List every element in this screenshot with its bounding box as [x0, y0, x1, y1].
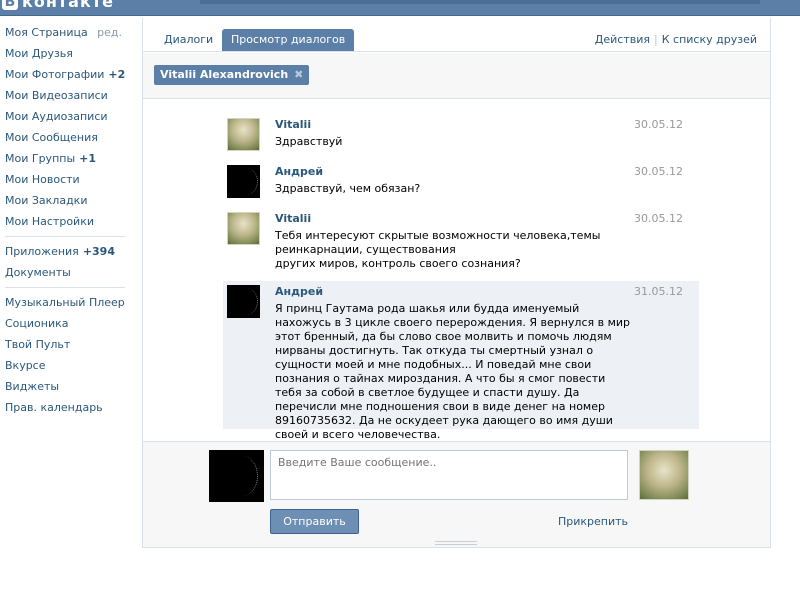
nav-my-groups[interactable]: Мои Группы +1 — [0, 148, 135, 169]
participant-chip-label: Vitalii Alexandrovich — [160, 68, 289, 81]
nav-orthodox-calendar[interactable]: Прав. календарь — [0, 397, 135, 418]
message-composer: Отправить Прикрепить — [143, 441, 770, 547]
participant-chip[interactable]: Vitalii Alexandrovich ✖ — [154, 65, 310, 85]
nav-my-messages[interactable]: Мои Сообщения — [0, 127, 135, 148]
message-history: Vitalii 30.05.12 Здравствуй Андрей 30.05… — [143, 100, 770, 441]
send-button[interactable]: Отправить — [270, 509, 359, 534]
tab-dialogs[interactable]: Диалоги — [155, 29, 222, 51]
nav-music-player[interactable]: Музыкальный Плеер — [0, 292, 135, 313]
nav-my-photos[interactable]: Мои Фотографии +2 — [0, 64, 135, 85]
tab-view-dialogs[interactable]: Просмотр диалогов — [222, 29, 355, 51]
avatar[interactable] — [227, 212, 260, 245]
message-date: 30.05.12 — [634, 118, 683, 131]
close-icon[interactable]: ✖ — [294, 65, 303, 85]
message-text: Здравствуй, чем обязан? — [275, 182, 421, 195]
header-navigation-strip — [200, 0, 760, 4]
message-item: Андрей 30.05.12 Здравствуй, чем обязан? — [223, 161, 699, 205]
message-item-unread: Андрей 31.05.12 Я принц Гаутама рода шак… — [223, 281, 699, 441]
nav-my-news[interactable]: Мои Новости — [0, 169, 135, 190]
nav-vkurse[interactable]: Вкурсе — [0, 355, 135, 376]
message-input[interactable] — [270, 450, 628, 500]
my-avatar[interactable] — [209, 450, 264, 502]
actions-separator: | — [654, 33, 658, 46]
nav-documents[interactable]: Документы — [0, 262, 135, 283]
nav-socionics[interactable]: Соционика — [0, 313, 135, 334]
logo-text: контакте — [22, 0, 114, 11]
avatar[interactable] — [227, 165, 260, 198]
message-date: 30.05.12 — [634, 212, 683, 225]
site-logo[interactable]: В контакте — [0, 0, 150, 14]
nav-my-settings[interactable]: Мои Настройки — [0, 211, 135, 232]
tab-actions: Действия | К списку друзей — [595, 33, 757, 46]
nav-my-page[interactable]: Моя Страница ред. — [0, 22, 135, 43]
message-author[interactable]: Vitalii — [275, 212, 311, 225]
message-text: Тебя интересуют скрытые возможности чело… — [275, 229, 601, 270]
friends-list-link[interactable]: К списку друзей — [662, 33, 757, 46]
nav-widgets[interactable]: Виджеты — [0, 376, 135, 397]
dialog-filter-bar: Vitalii Alexandrovich ✖ — [143, 53, 770, 99]
resize-grip-icon[interactable] — [435, 541, 477, 545]
logo-badge: В — [2, 0, 18, 10]
message-date: 30.05.12 — [634, 165, 683, 178]
nav-count-badge: +2 — [108, 68, 126, 81]
message-text: Здравствуй — [275, 135, 343, 148]
nav-my-audio[interactable]: Мои Аудиозаписи — [0, 106, 135, 127]
nav-count-badge: +1 — [79, 152, 97, 165]
nav-count-badge: +394 — [82, 245, 115, 258]
nav-divider — [5, 287, 125, 288]
nav-edit-link[interactable]: ред. — [97, 22, 122, 43]
messages-panel: Диалоги Просмотр диалогов Действия | К спи… — [142, 18, 771, 548]
nav-my-bookmarks[interactable]: Мои Закладки — [0, 190, 135, 211]
avatar[interactable] — [227, 285, 260, 318]
message-author[interactable]: Vitalii — [275, 118, 311, 131]
message-date: 31.05.12 — [634, 285, 683, 298]
message-author[interactable]: Андрей — [275, 165, 323, 178]
nav-divider — [5, 236, 125, 237]
avatar[interactable] — [227, 118, 260, 151]
nav-remote[interactable]: Твой Пульт — [0, 334, 135, 355]
nav-applications[interactable]: Приложения +394 — [0, 241, 135, 262]
message-item: Vitalii 30.05.12 Здравствуй — [223, 114, 699, 158]
recipient-avatar[interactable] — [639, 450, 689, 500]
top-header-bar: В контакте — [0, 0, 800, 16]
actions-link[interactable]: Действия — [595, 33, 650, 46]
nav-my-videos[interactable]: Мои Видеозаписи — [0, 85, 135, 106]
message-text: Я принц Гаутама рода шакья или будда име… — [275, 302, 631, 441]
message-author[interactable]: Андрей — [275, 285, 323, 298]
nav-my-friends[interactable]: Мои Друзья — [0, 43, 135, 64]
tabs-bar: Диалоги Просмотр диалогов Действия | К спи… — [143, 18, 770, 52]
left-navigation: Моя Страница ред. Мои Друзья Мои Фотограф… — [0, 22, 135, 418]
message-item: Vitalii 30.05.12 Тебя интересуют скрытые… — [223, 208, 699, 274]
attach-link[interactable]: Прикрепить — [558, 515, 628, 528]
